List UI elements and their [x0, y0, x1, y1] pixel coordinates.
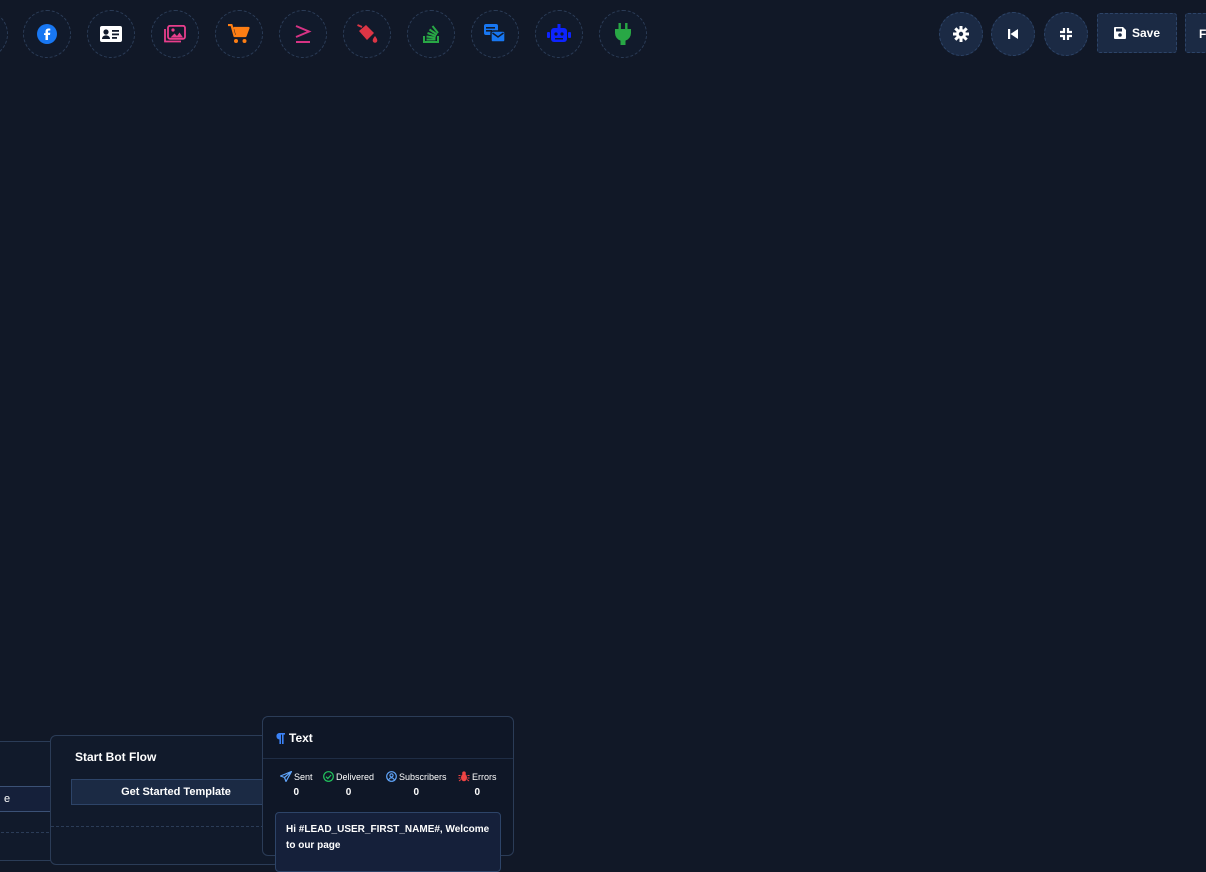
cart-tool-button[interactable] [215, 10, 263, 58]
stack-icon [423, 25, 439, 43]
partial-node-field[interactable]: e [0, 786, 56, 812]
facebook-icon [37, 24, 57, 44]
stat-subscribers-value: 0 [413, 787, 420, 798]
stat-subscribers-label: Subscribers [399, 771, 447, 782]
check-circle-icon [323, 771, 334, 782]
text-node-header: Text [275, 731, 313, 745]
text-node[interactable]: Text Sent 0 Delivered 0 Subscribers 0 Er… [262, 716, 514, 872]
text-node-title: Text [289, 731, 313, 745]
start-node-divider [51, 826, 279, 827]
images-tool-button[interactable] [151, 10, 199, 58]
reset-button[interactable] [991, 12, 1035, 56]
contact-card-tool-button[interactable] [87, 10, 135, 58]
stat-delivered: Delivered 0 [323, 771, 374, 798]
greater-equal-icon [295, 25, 312, 43]
stat-errors-label: Errors [472, 771, 497, 782]
messages-tool-button[interactable] [471, 10, 519, 58]
bug-icon [458, 771, 470, 782]
compress-button[interactable] [1044, 12, 1088, 56]
stat-sent-value: 0 [293, 787, 300, 798]
settings-button[interactable] [939, 12, 983, 56]
stat-errors-value: 0 [474, 787, 481, 798]
stat-sent: Sent 0 [280, 771, 313, 798]
partial-tool-button[interactable] [0, 10, 8, 58]
start-bot-flow-node[interactable]: Start Bot Flow Get Started Template [50, 735, 281, 865]
paint-bucket-icon [357, 24, 378, 43]
facebook-tool-button[interactable] [23, 10, 71, 58]
stat-errors: Errors 0 [458, 771, 497, 798]
skip-back-icon [1008, 29, 1018, 39]
compress-icon [1060, 28, 1072, 40]
cart-icon [228, 24, 250, 43]
next-button[interactable]: F [1185, 13, 1206, 53]
condition-tool-button[interactable] [279, 10, 327, 58]
text-node-header-divider [263, 758, 513, 759]
gear-icon [953, 26, 969, 42]
paper-plane-icon [280, 771, 292, 782]
messages-icon [484, 24, 506, 43]
contact-card-icon [100, 26, 122, 42]
stat-delivered-label: Delivered [336, 771, 375, 782]
stat-sent-label: Sent [294, 771, 313, 782]
robot-tool-button[interactable] [535, 10, 583, 58]
stat-subscribers: Subscribers 0 [386, 771, 447, 798]
robot-icon [547, 24, 571, 42]
save-button-label: Save [1131, 26, 1161, 40]
save-button[interactable]: Save [1097, 13, 1177, 53]
paint-tool-button[interactable] [343, 10, 391, 58]
plugin-tool-button[interactable] [599, 10, 647, 58]
text-node-message-text: Hi #LEAD_USER_FIRST_NAME#, Welcome to ou… [286, 824, 490, 851]
stat-delivered-value: 0 [345, 787, 352, 798]
start-bot-flow-title: Start Bot Flow [75, 750, 157, 764]
text-node-message[interactable]: Hi #LEAD_USER_FIRST_NAME#, Welcome to ou… [275, 812, 501, 872]
next-button-label: F [1199, 27, 1206, 41]
stack-tool-button[interactable] [407, 10, 455, 58]
paragraph-icon [276, 732, 285, 744]
floppy-disk-icon [1113, 27, 1126, 39]
user-circle-icon [386, 771, 397, 782]
images-icon [164, 25, 186, 43]
get-started-template-button[interactable]: Get Started Template [71, 779, 281, 805]
partial-node-field-text: e [4, 793, 11, 805]
plug-icon [615, 23, 631, 45]
